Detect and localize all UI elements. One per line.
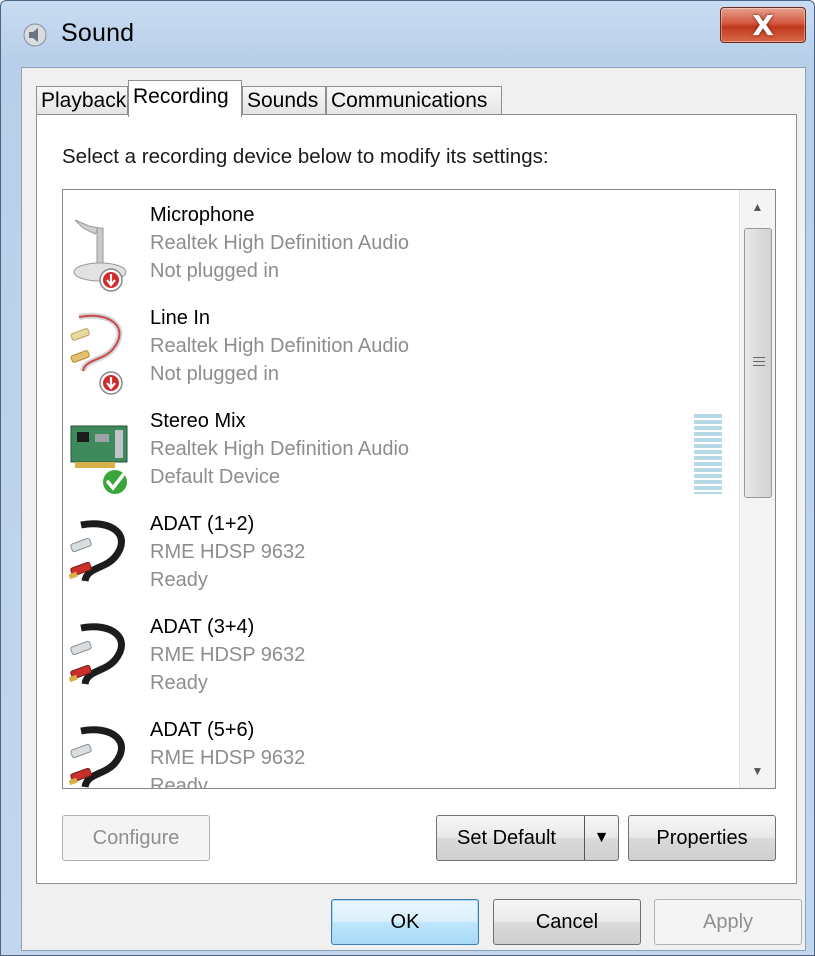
sound-card-icon [70, 425, 129, 496]
apply-button[interactable]: Apply [654, 899, 802, 945]
rca-cable-icon [69, 520, 125, 583]
device-driver: Realtek High Definition Audio [150, 335, 410, 357]
device-name: ADAT (1+2) [150, 513, 255, 535]
scroll-up-arrow-icon[interactable]: ▲ [740, 190, 775, 224]
device-driver: Realtek High Definition Audio [150, 438, 410, 460]
window-title: Sound [61, 19, 135, 47]
device-status: Not plugged in [150, 260, 279, 282]
device-name: ADAT (5+6) [150, 719, 255, 741]
list-item[interactable]: Line In Realtek High Definition Audio No… [63, 293, 739, 396]
device-driver: RME HDSP 9632 [150, 747, 306, 769]
rca-cable-icon [69, 726, 125, 788]
recording-panel: Select a recording device below to modif… [36, 114, 797, 884]
level-meter [694, 414, 722, 494]
device-driver: RME HDSP 9632 [150, 541, 306, 563]
instruction-text: Select a recording device below to modif… [62, 145, 549, 168]
scroll-thumb[interactable] [744, 228, 772, 498]
cancel-button[interactable]: Cancel [493, 899, 641, 945]
speaker-icon [23, 23, 47, 47]
tab-recording[interactable]: Recording [128, 80, 242, 117]
close-icon: X [752, 9, 774, 42]
tab-communications[interactable]: Communications [326, 86, 502, 116]
title-bar[interactable]: Sound X [1, 1, 815, 67]
configure-button[interactable]: Configure [62, 815, 210, 861]
device-status: Ready [150, 569, 208, 591]
scroll-down-arrow-icon[interactable]: ▼ [740, 754, 775, 788]
device-name: Line In [150, 307, 211, 329]
dropdown-arrow-icon[interactable]: ▼ [584, 816, 618, 860]
device-status: Default Device [150, 466, 281, 488]
device-name: ADAT (3+4) [150, 616, 255, 638]
dialog-body: Playback Recording Sounds Communications… [21, 67, 806, 951]
device-name: Stereo Mix [150, 410, 246, 432]
sound-dialog: Sound X Playback Recording Sounds Commun… [0, 0, 815, 956]
tab-playback[interactable]: Playback [36, 86, 128, 116]
device-list[interactable]: Microphone Realtek High Definition Audio… [62, 189, 776, 789]
set-default-button[interactable]: Set Default ▼ [436, 815, 619, 861]
ok-button[interactable]: OK [331, 899, 479, 945]
device-status: Ready [150, 672, 208, 694]
list-item[interactable]: ADAT (3+4) RME HDSP 9632 Ready [63, 602, 739, 705]
device-driver: RME HDSP 9632 [150, 644, 306, 666]
tab-sounds[interactable]: Sounds [242, 86, 326, 116]
device-status: Ready [150, 775, 208, 789]
device-name: Microphone [150, 204, 255, 226]
close-button[interactable]: X [720, 7, 806, 43]
device-driver: Realtek High Definition Audio [150, 232, 410, 254]
rca-cable-icon [69, 623, 125, 686]
vertical-scrollbar[interactable]: ▲ ▼ [739, 190, 775, 788]
set-default-label: Set Default [457, 826, 556, 849]
properties-button[interactable]: Properties [628, 815, 776, 861]
microphone-icon [73, 219, 127, 292]
device-status: Not plugged in [150, 363, 279, 385]
list-item[interactable]: ADAT (1+2) RME HDSP 9632 Ready [63, 499, 739, 602]
list-item[interactable]: Stereo Mix Realtek High Definition Audio… [63, 396, 739, 499]
grip-icon [753, 357, 765, 369]
list-item[interactable]: ADAT (5+6) RME HDSP 9632 Ready [63, 705, 739, 789]
list-item[interactable]: Microphone Realtek High Definition Audio… [63, 190, 739, 293]
rca-cable-icon [70, 312, 123, 395]
